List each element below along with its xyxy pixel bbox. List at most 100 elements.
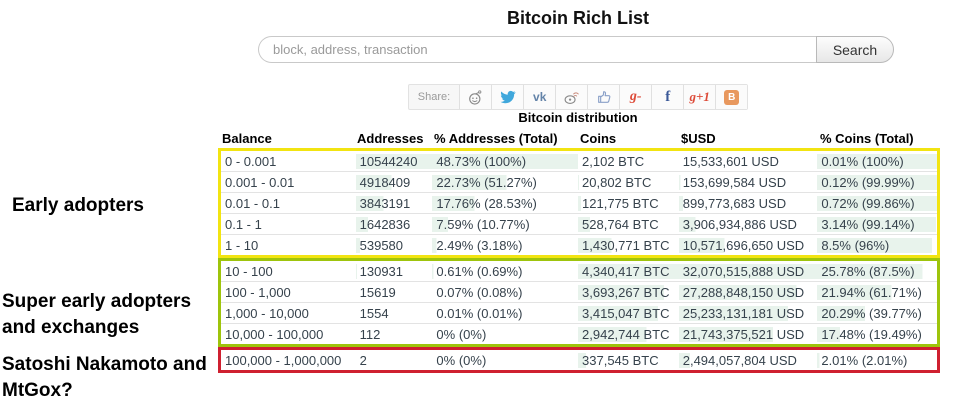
table-row: 0 - 0.001 10544240 48.73% (100%) 2,102 BTC 1… <box>221 151 938 172</box>
table-cell: 2 <box>359 352 367 368</box>
table-cell: 20,802 BTC <box>578 174 679 190</box>
table-cell: 0.12% (99.99%) <box>817 174 938 190</box>
table-cell: 32,070,515,888 USD <box>678 263 818 279</box>
column-header-pct-addresses: % Addresses (Total) <box>434 130 558 146</box>
table-cell: 4,340,417 BTC <box>578 263 679 279</box>
table-cell: 3843191 <box>355 195 433 211</box>
search-bar: Search <box>258 36 894 63</box>
table-cell: 2,942,744 BTC <box>578 326 679 342</box>
table-cell: 48.73% (100%) <box>432 153 579 169</box>
table-cell: 0.001 - 0.01 <box>225 174 295 190</box>
table-cell: 130931 <box>355 263 433 279</box>
table-row: 1,000 - 10,000 1554 0.01% (0.01%) 3,415,047… <box>221 303 938 324</box>
blogger-icon-glyph: B <box>724 89 740 105</box>
table-cell: 10,571,696,650 USD <box>678 237 818 253</box>
table-cell: 2.49% (3.18%) <box>432 237 579 253</box>
annotation-satoshi-mtgox: Satoshi Nakamoto and MtGox? <box>2 354 207 402</box>
column-header-addresses: Addresses <box>357 130 424 146</box>
facebook-icon[interactable]: f <box>651 85 684 109</box>
table-cell: 10544240 <box>355 153 433 169</box>
distribution-table-body: 0 - 0.001 10544240 48.73% (100%) 2,102 BTC 1… <box>218 148 940 373</box>
table-cell: 17.48% (19.49%) <box>817 326 938 342</box>
table-cell: 337,545 BTC <box>578 352 679 368</box>
weibo-icon-glyph <box>564 91 579 104</box>
share-strip: Share: vk g- f g+1 B <box>407 84 749 110</box>
table-cell: 0.1 - 1 <box>225 216 262 232</box>
facebook-icon-glyph: f <box>665 88 671 105</box>
twitter-icon-glyph <box>500 90 516 104</box>
google-plus-one-icon[interactable]: g+1 <box>683 85 716 109</box>
table-cell: 2,102 BTC <box>582 153 645 169</box>
table-cell: 100 - 1,000 <box>225 284 291 300</box>
table-cell: 17.76% (28.53%) <box>432 195 579 211</box>
table-cell: 25.78% (87.5%) <box>817 263 938 279</box>
like-icon-glyph <box>597 91 611 103</box>
table-cell: 0.72% (99.86%) <box>817 195 938 211</box>
table-cell: 1,000 - 10,000 <box>225 305 309 321</box>
share-label: Share: <box>417 91 451 103</box>
table-row: 0.001 - 0.01 4918409 22.73% (51.27%) 20,802… <box>221 172 938 193</box>
table-cell: 21,743,375,521 USD <box>678 326 818 342</box>
table-cell: 0 - 0.001 <box>225 153 277 169</box>
google-plus-one-icon-glyph: g+1 <box>689 89 710 104</box>
google-icon-glyph: g- <box>629 89 642 104</box>
table-cell: 25,233,131,181 USD <box>678 305 818 321</box>
table-cell: 100,000 - 1,000,000 <box>225 352 342 368</box>
table-cell: 0.01% (0.01%) <box>436 305 523 321</box>
table-row: 0.1 - 1 1642836 7.59% (10.77%) 528,764 BTC 3… <box>221 214 938 235</box>
blogger-icon[interactable]: B <box>715 85 748 109</box>
table-row: 0.01 - 0.1 3843191 17.76% (28.53%) 121,775 … <box>221 193 938 214</box>
search-input[interactable] <box>258 36 816 63</box>
table-cell: 1,430,771 BTC <box>578 237 679 253</box>
table-cell: 0% (0%) <box>436 352 487 368</box>
table-cell: 10 - 100 <box>225 263 273 279</box>
table-cell: 1 - 10 <box>225 237 259 253</box>
group-super-early-adopters: 10 - 100 130931 0.61% (0.69%) 4,340,417 BTC… <box>218 258 940 347</box>
distribution-title: Bitcoin distribution <box>518 110 638 125</box>
table-cell: 3,906,934,886 USD <box>678 216 818 232</box>
google-icon[interactable]: g- <box>619 85 652 109</box>
table-cell: 1642836 <box>355 216 433 232</box>
table-row: 10 - 100 130931 0.61% (0.69%) 4,340,417 BTC… <box>221 261 938 282</box>
table-cell: 0% (0%) <box>436 326 487 342</box>
annotation-early-adopters: Early adopters <box>12 195 144 216</box>
table-cell: 2,494,057,804 USD <box>678 352 818 368</box>
table-cell: 10,000 - 100,000 <box>225 326 324 342</box>
annotation-super-early-adopters: Super early adopters and exchanges <box>2 291 192 339</box>
table-cell: 8.5% (96%) <box>817 237 938 253</box>
share-bar: Share: vk g- f g+1 B <box>258 84 898 110</box>
column-header-balance: Balance <box>222 130 272 146</box>
table-cell: 0.01 - 0.1 <box>225 195 280 211</box>
table-cell: 153,699,584 USD <box>678 174 818 190</box>
weibo-icon[interactable] <box>555 85 588 109</box>
bitcoin-distribution-table: Balance Addresses % Addresses (Total) Co… <box>218 128 940 373</box>
table-cell: 15619 <box>359 284 396 300</box>
group-early-adopters: 0 - 0.001 10544240 48.73% (100%) 2,102 BTC 1… <box>218 148 940 258</box>
table-cell: 0.61% (0.69%) <box>432 263 579 279</box>
reddit-icon[interactable] <box>459 85 492 109</box>
table-cell: 15,533,601 USD <box>682 153 779 169</box>
page-title: Bitcoin Rich List <box>506 8 649 28</box>
table-cell: 3.14% (99.14%) <box>817 216 938 232</box>
table-cell: 22.73% (51.27%) <box>432 174 579 190</box>
vk-icon-glyph: vk <box>533 90 547 104</box>
table-cell: 0.07% (0.08%) <box>436 284 523 300</box>
table-cell: 21.94% (61.71%) <box>817 284 938 300</box>
column-header-coins: Coins <box>580 130 617 146</box>
table-cell: 4918409 <box>355 174 433 190</box>
table-cell: 121,775 BTC <box>578 195 679 211</box>
table-cell: 3,693,267 BTC <box>578 284 679 300</box>
table-cell: 899,773,683 USD <box>678 195 818 211</box>
table-cell: 3,415,047 BTC <box>578 305 679 321</box>
table-row: 1 - 10 539580 2.49% (3.18%) 1,430,771 BTC 10… <box>221 235 938 255</box>
table-row: 100 - 1,000 15619 0.07% (0.08%) 3,693,267 B… <box>221 282 938 303</box>
like-icon[interactable] <box>587 85 620 109</box>
group-satoshi-mtgox: 100,000 - 1,000,000 2 0% (0%) 337,545 BTC 2,… <box>218 347 940 373</box>
search-button[interactable]: Search <box>816 36 894 63</box>
table-cell: 1554 <box>359 305 389 321</box>
vk-icon[interactable]: vk <box>523 85 556 109</box>
twitter-icon[interactable] <box>491 85 524 109</box>
table-row: 10,000 - 100,000 112 0% (0%) 2,942,744 BTC 2… <box>221 324 938 344</box>
table-header-row: Balance Addresses % Addresses (Total) Co… <box>218 128 940 148</box>
table-cell: 0.01% (100%) <box>817 153 938 169</box>
